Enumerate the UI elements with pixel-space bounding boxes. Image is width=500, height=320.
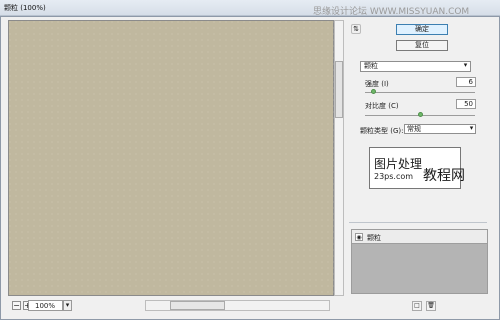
layer-name: 颗粒 bbox=[367, 234, 381, 242]
eye-icon[interactable]: ◉ bbox=[355, 233, 363, 241]
chevron-down-icon[interactable]: ▾ bbox=[460, 61, 471, 72]
new-layer-button[interactable]: □ bbox=[412, 301, 422, 311]
preview-horizontal-scroll-thumb[interactable] bbox=[170, 301, 225, 310]
delete-layer-button[interactable]: 🗑 bbox=[426, 301, 436, 311]
filter-select[interactable]: 颗粒 bbox=[360, 61, 471, 72]
contrast-value-input[interactable]: 50 bbox=[456, 99, 476, 109]
chevron-down-icon: ▾ bbox=[65, 301, 70, 309]
new-layer-icon: □ bbox=[414, 302, 420, 309]
minus-icon: − bbox=[13, 301, 20, 310]
grain-type-label: 颗粒类型 (G): bbox=[360, 127, 404, 135]
grain-type-select[interactable]: 常规 bbox=[404, 124, 476, 134]
logo-line1: 图片处理 bbox=[374, 157, 423, 171]
zoom-out-button[interactable]: − bbox=[12, 301, 21, 310]
contrast-label: 对比度 (C) bbox=[365, 102, 399, 110]
zoom-level-field[interactable]: 100% bbox=[28, 300, 63, 311]
chevron-down-icon[interactable]: ▾ bbox=[467, 124, 476, 134]
ok-button[interactable]: 确定 bbox=[396, 24, 448, 35]
separator bbox=[349, 222, 487, 223]
collapse-icon[interactable]: ⇅ bbox=[351, 24, 361, 34]
contrast-slider-thumb[interactable] bbox=[417, 112, 423, 117]
preview-vertical-scroll-thumb[interactable] bbox=[335, 61, 343, 118]
intensity-label: 强度 (I) bbox=[365, 80, 389, 88]
intensity-slider-track[interactable] bbox=[365, 92, 475, 93]
logo-line2: 23ps.com bbox=[374, 172, 414, 181]
zoom-dropdown-button[interactable]: ▾ bbox=[63, 300, 72, 311]
window-title: 颗粒 (100%) bbox=[4, 4, 46, 12]
intensity-value-input[interactable]: 6 bbox=[456, 77, 476, 87]
reset-button[interactable]: 复位 bbox=[396, 40, 448, 51]
preview-canvas bbox=[8, 20, 334, 296]
delete-icon: 🗑 bbox=[427, 302, 435, 309]
logo-mark: 教程网 bbox=[423, 168, 465, 184]
